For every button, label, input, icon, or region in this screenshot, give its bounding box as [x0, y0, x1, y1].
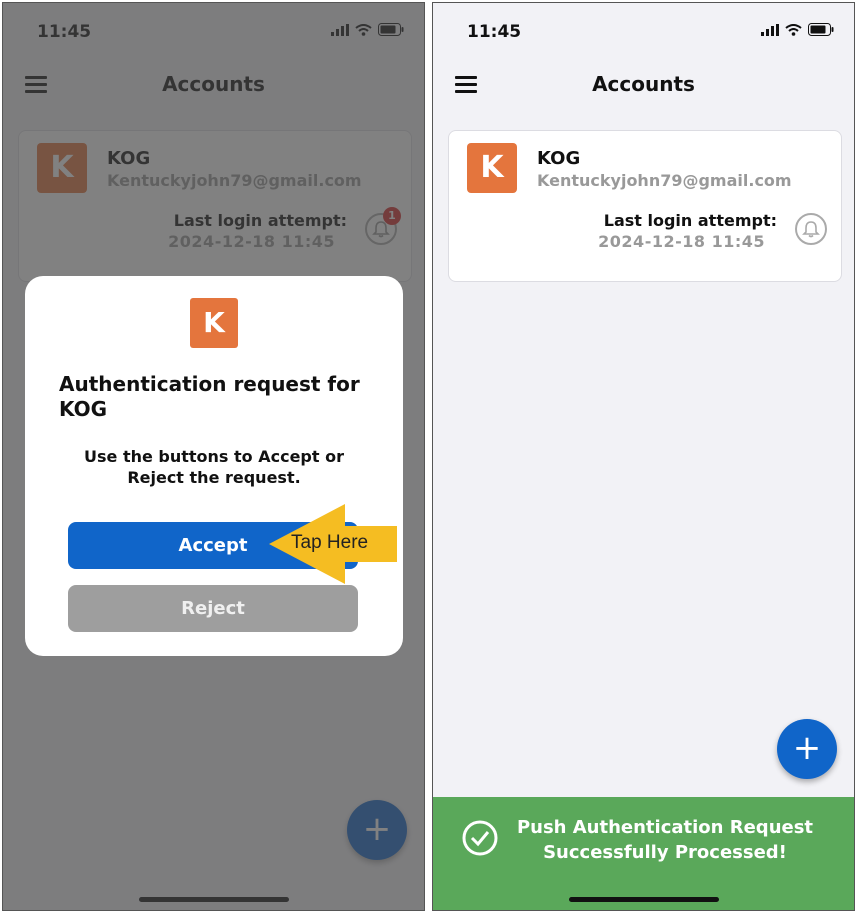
page-title: Accounts [592, 72, 695, 96]
toast-message: Push Authentication Request Successfully… [516, 817, 814, 863]
status-time: 11:45 [467, 22, 522, 42]
battery-icon [808, 23, 834, 36]
plus-icon: + [792, 728, 822, 768]
account-email: Kentuckyjohn79@gmail.com [537, 171, 792, 190]
last-login-label: Last login attempt: [603, 211, 777, 230]
home-indicator [568, 897, 719, 902]
account-name: KOG [537, 148, 581, 169]
tap-here-callout: Tap Here [269, 504, 399, 584]
success-toast: Push Authentication Request Successfully… [433, 797, 854, 910]
signal-icon [761, 23, 779, 36]
reject-button[interactable]: Reject [68, 585, 358, 632]
status-bar: 11:45 [433, 3, 854, 58]
status-icons [761, 23, 834, 36]
bell-icon[interactable] [795, 213, 827, 245]
tap-here-text: Tap Here [291, 532, 369, 553]
check-circle-icon [462, 820, 498, 856]
app-header: Accounts [433, 58, 854, 114]
wifi-icon [785, 23, 802, 36]
modal-logo: K [190, 298, 238, 348]
add-account-button[interactable]: + [777, 719, 837, 779]
modal-message: Use the buttons to Accept or Reject the … [84, 447, 344, 487]
phone-screen-left: 11:45 Accounts K KOG Kentuckyjohn79@gmai… [2, 2, 425, 911]
modal-title: Authentication request for KOG [59, 372, 360, 421]
account-card[interactable]: K KOG Kentuckyjohn79@gmail.com Last logi… [448, 130, 842, 282]
account-avatar: K [467, 143, 517, 193]
phone-screen-right: 11:45 Accounts K KOG Kentuckyjohn79@gmai… [432, 2, 855, 911]
last-login-value: 2024-12-18 11:45 [598, 232, 765, 251]
auth-request-modal: K Authentication request for KOG Use the… [25, 276, 403, 656]
